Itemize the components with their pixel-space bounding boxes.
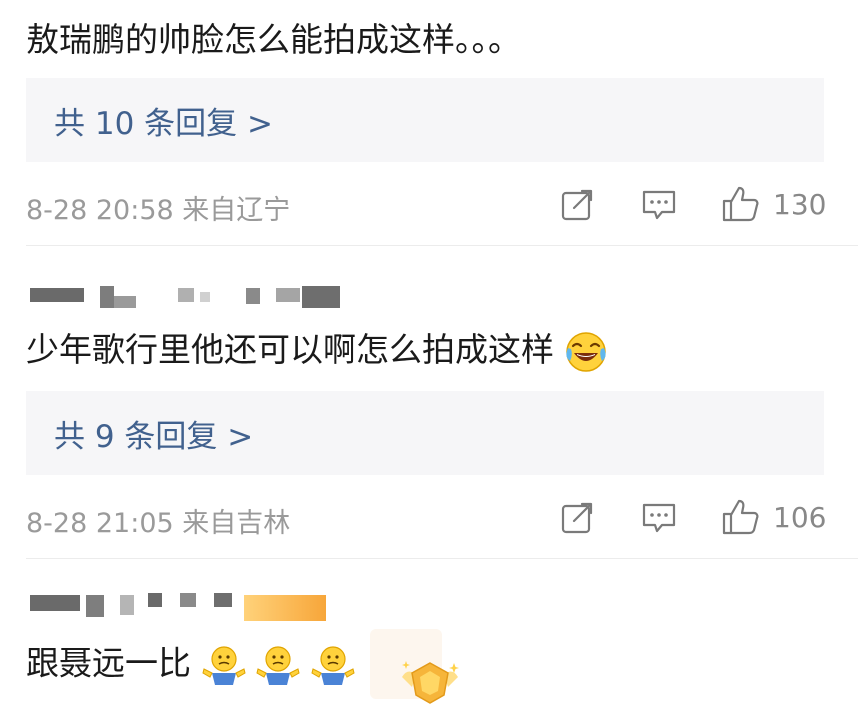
like-count: 130 bbox=[773, 188, 827, 221]
share-icon[interactable] bbox=[560, 188, 594, 222]
share-icon[interactable] bbox=[560, 501, 594, 535]
shrug-emoji bbox=[310, 646, 355, 685]
comment-icon[interactable] bbox=[641, 501, 677, 535]
comment-icon[interactable] bbox=[641, 188, 677, 222]
comment-meta: 8-28 20:58 来自辽宁 bbox=[26, 195, 291, 226]
thumbs-up-icon[interactable] bbox=[721, 497, 761, 537]
view-replies-button[interactable]: 共 10 条回复 > bbox=[26, 78, 824, 162]
thumbs-up-icon[interactable] bbox=[721, 184, 761, 224]
comment-text: 敖瑞鹏的帅脸怎么能拍成这样。。。 bbox=[26, 20, 521, 59]
username-blurred[interactable] bbox=[30, 593, 330, 623]
shrug-emoji bbox=[256, 646, 300, 685]
comment-item: 少年歌行里他还可以啊怎么拍成这样 共 9 条回复 > 8-28 21:05 来自… bbox=[0, 246, 858, 558]
view-replies-label: 共 10 条回复 > bbox=[54, 105, 273, 142]
shrug-emoji bbox=[201, 646, 246, 685]
comment-text-body: 跟聂远一比 bbox=[26, 643, 191, 683]
comment-text-body: 少年歌行里他还可以啊怎么拍成这样 bbox=[26, 330, 554, 369]
view-replies-button[interactable]: 共 9 条回复 > bbox=[26, 391, 824, 475]
view-replies-label: 共 9 条回复 > bbox=[54, 418, 254, 455]
comment-text: 跟聂远一比 bbox=[26, 643, 355, 687]
laugh-cry-emoji bbox=[565, 331, 606, 372]
comment-item: 跟聂远一比 bbox=[0, 559, 858, 706]
comment-item: 敖瑞鹏的帅脸怎么能拍成这样。。。 共 10 条回复 > 8-28 20:58 来… bbox=[0, 0, 858, 245]
comment-text: 少年歌行里他还可以啊怎么拍成这样 bbox=[26, 330, 607, 373]
fan-badge-icon bbox=[402, 661, 459, 704]
comment-meta: 8-28 21:05 来自吉林 bbox=[26, 508, 291, 539]
username-blurred[interactable] bbox=[30, 286, 350, 310]
like-count: 106 bbox=[773, 501, 827, 534]
